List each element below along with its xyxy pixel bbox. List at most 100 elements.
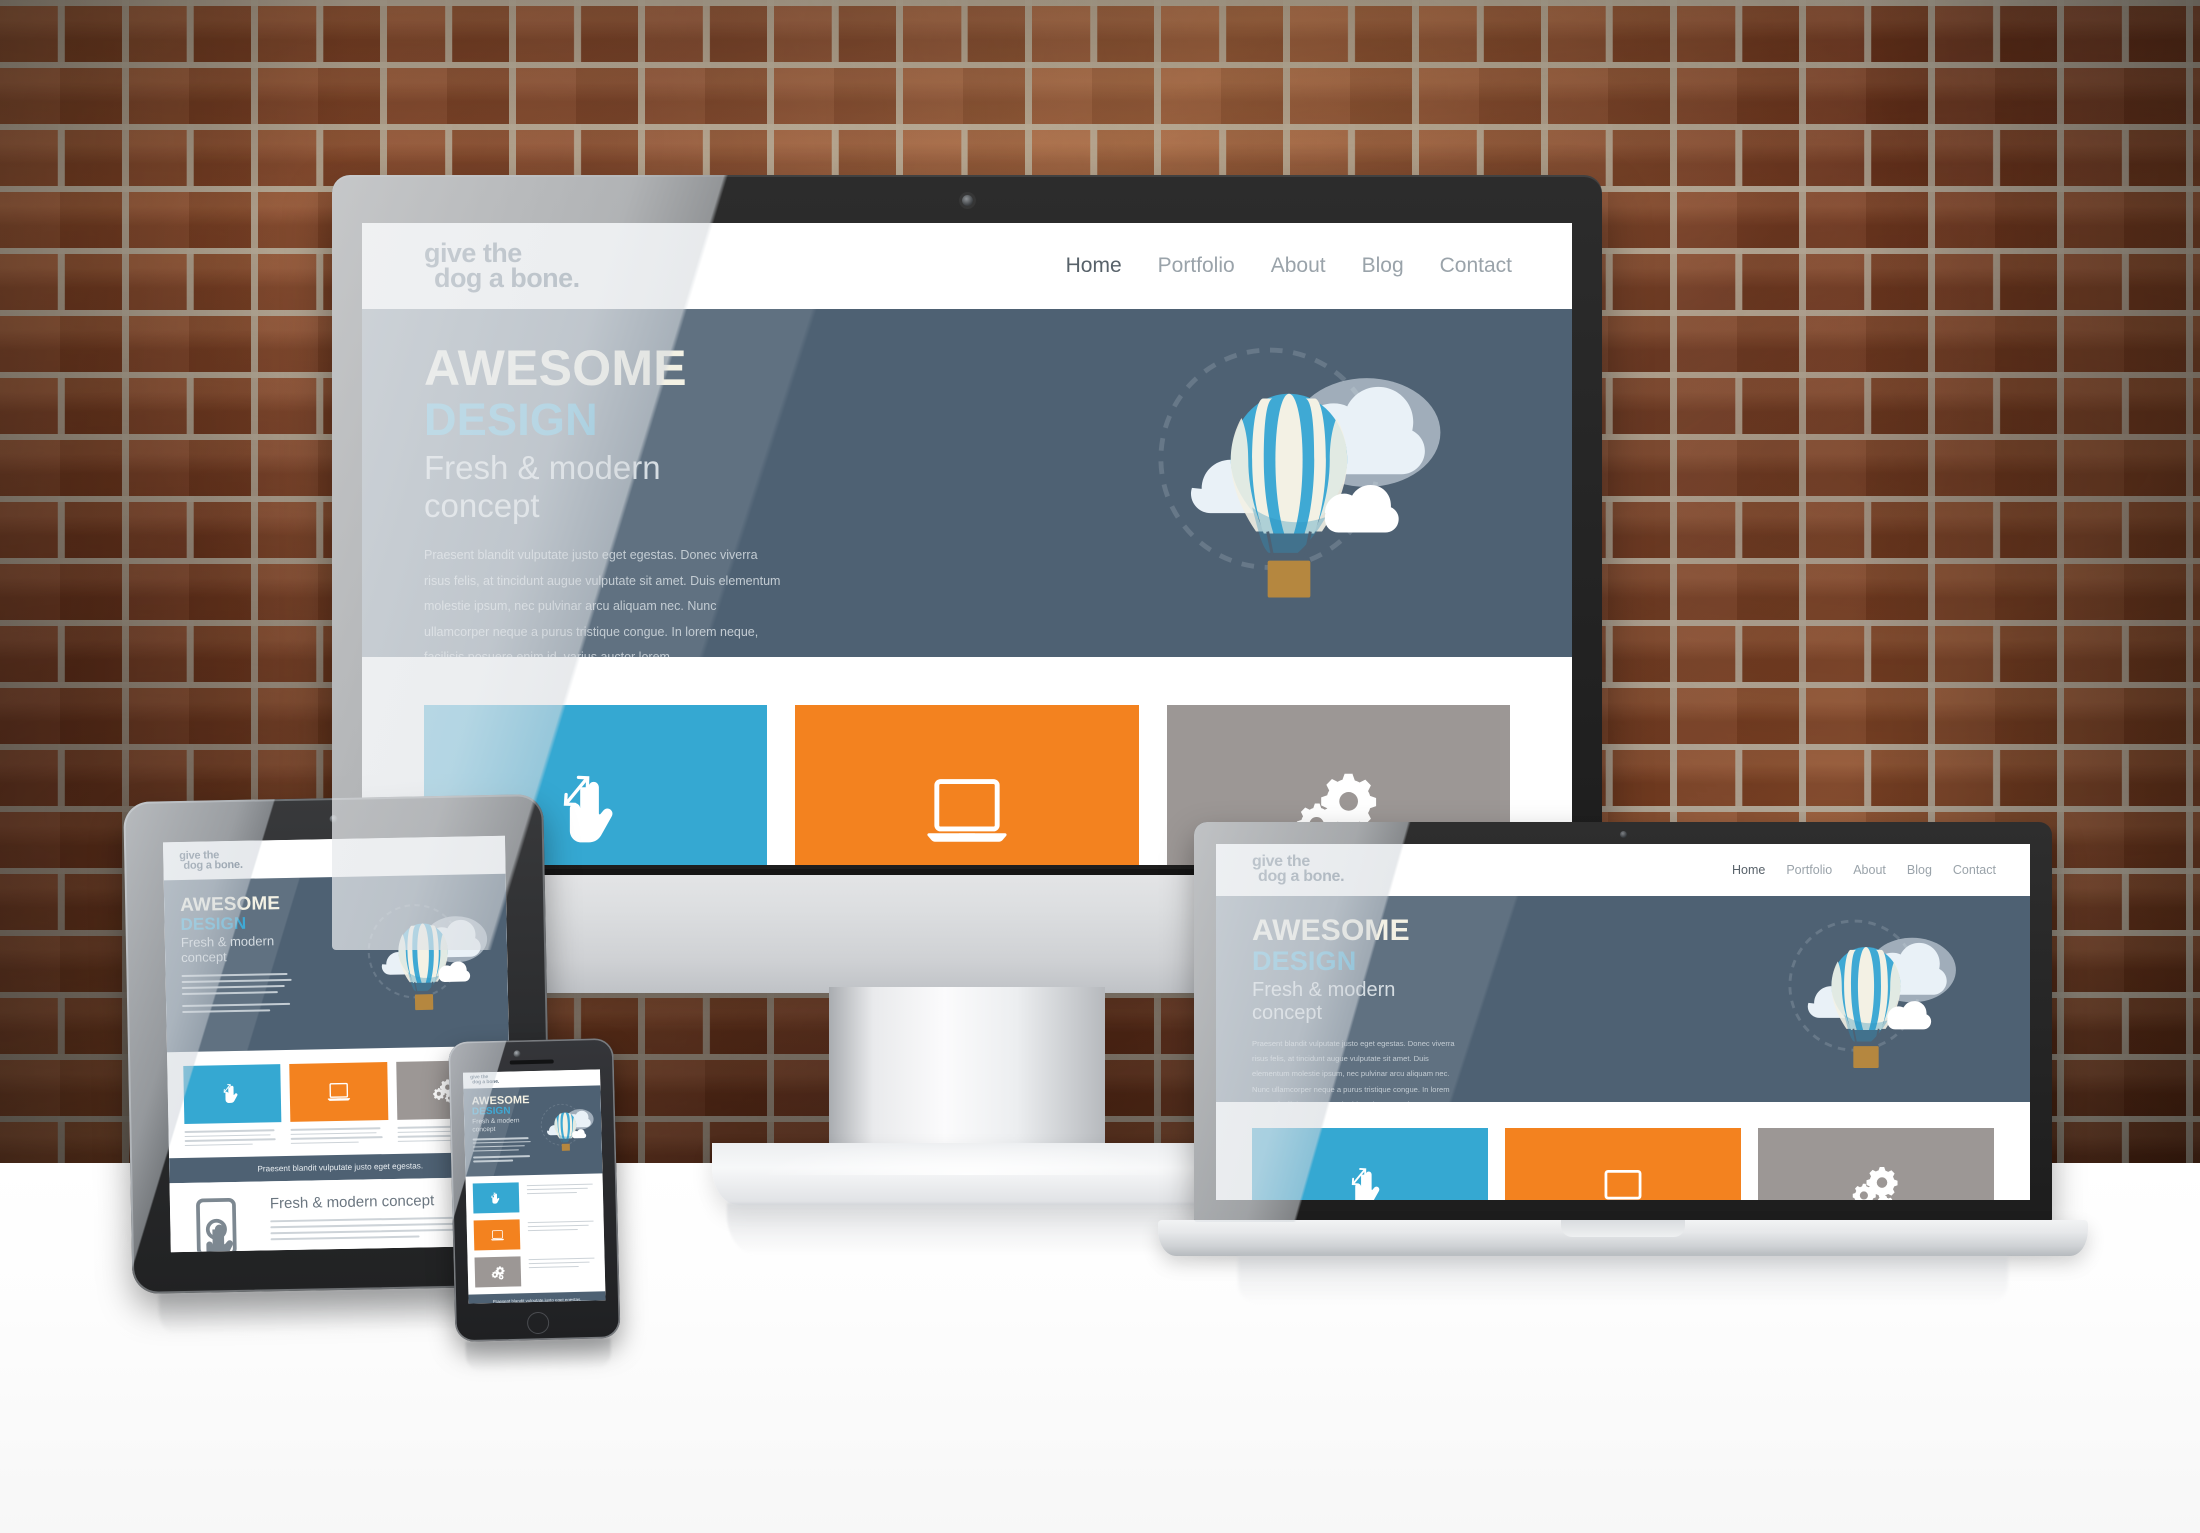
site-navbar: give the dog a bone. — [162, 835, 506, 881]
feature-tile-orange — [795, 705, 1139, 865]
laptop-icon — [489, 1227, 504, 1242]
hero-copy: AWESOME DESIGN Fresh & modern concept — [164, 878, 292, 1013]
feature-description-lines — [527, 1217, 597, 1232]
nav-item-home[interactable]: Home — [1732, 863, 1765, 877]
hot-air-balloon-icon — [1768, 904, 1964, 1096]
laptop-screen: give the dog a bone. Home Portfolio Abou… — [1216, 844, 2030, 1200]
feature-box-customizable[interactable]: Praesent blandit vulputate justo eget eg… — [1758, 1128, 1994, 1200]
hero-subheading: Fresh & modern concept — [180, 933, 275, 965]
monitor-screen: give the dog a bone. Home Portfolio Abou… — [362, 223, 1572, 865]
hero-paragraphs: Praesent blandit vulputate justo eget eg… — [424, 543, 782, 657]
hero-copy: AWESOME DESIGN Fresh & modern concept — [463, 1087, 531, 1162]
phone-screen: give the dog a bone. AWESOME DESIGN Fres… — [462, 1069, 606, 1304]
hero-subheading: Fresh & modern concept — [1252, 979, 1396, 1024]
hero-paragraphs: Praesent blandit vulputate justo eget eg… — [1252, 1036, 1466, 1102]
feature-tile-gray — [474, 1256, 522, 1288]
feature-box-cross-device[interactable] — [473, 1217, 598, 1251]
site-navbar: give the dog a bone. Home Portfolio Abou… — [362, 223, 1572, 309]
laptop-lid-notch — [1561, 1220, 1685, 1237]
nav-item-about[interactable]: About — [1853, 863, 1886, 877]
phone-home-button[interactable] — [526, 1311, 549, 1335]
hero-heading-awesome: AWESOME — [179, 893, 281, 917]
feature-box-responsive[interactable]: Praesent blandit vulputate justo eget eg… — [1252, 1128, 1488, 1200]
nav-item-about[interactable]: About — [1271, 254, 1326, 278]
hero-heading-awesome: AWESOME — [1252, 914, 1410, 947]
hero-section: AWESOME DESIGN Fresh & modern concept Pr… — [362, 309, 1572, 657]
monitor-reflection — [727, 1203, 1207, 1255]
smartphone-device: give the dog a bone. AWESOME DESIGN Fres… — [448, 1038, 621, 1372]
hero-section: AWESOME DESIGN Fresh & modern concept — [463, 1085, 603, 1177]
website-page-desktop: give the dog a bone. Home Portfolio Abou… — [362, 223, 1572, 865]
feature-tile-blue — [1252, 1128, 1488, 1200]
website-page-laptop: give the dog a bone. Home Portfolio Abou… — [1216, 844, 2030, 1200]
feature-tile-gray — [1758, 1128, 1994, 1200]
site-logo[interactable]: give the dog a bone. — [179, 849, 243, 872]
feature-boxes — [466, 1173, 606, 1288]
laptop-device: give the dog a bone. Home Portfolio Abou… — [1158, 822, 2088, 1322]
feature-box-cross-device[interactable]: Praesent blandit vulputate justo eget eg… — [1505, 1128, 1741, 1200]
feature-box-cross-device[interactable] — [795, 705, 1139, 865]
feature-boxes: Praesent blandit vulputate justo eget eg… — [1216, 1102, 2030, 1200]
hero-heading-design: DESIGN — [180, 913, 247, 934]
pinch-zoom-hand-icon — [488, 1190, 503, 1205]
primary-navigation: Home Portfolio About Blog Contact — [1066, 254, 1512, 278]
hero-heading-design: DESIGN — [1252, 946, 1357, 976]
hero-paragraph-lines — [472, 1137, 531, 1162]
nav-item-blog[interactable]: Blog — [1907, 863, 1932, 877]
laptop-icon — [326, 1079, 352, 1105]
phone-reflection — [465, 1338, 612, 1372]
logo-line-2: dog a bone. — [1258, 868, 1345, 885]
gears-icon — [490, 1264, 505, 1279]
hero-subheading: Fresh & modern concept — [472, 1117, 520, 1134]
primary-navigation: Home Portfolio About Blog Contact — [1732, 863, 1996, 877]
feature-tile-orange — [1505, 1128, 1741, 1200]
feature-box-cross-device[interactable] — [289, 1062, 389, 1145]
site-logo[interactable]: give the dog a bone. — [424, 240, 580, 293]
feature-description-lines — [526, 1181, 596, 1195]
pinch-zoom-hand-icon — [1344, 1162, 1396, 1200]
feature-box-customizable[interactable] — [474, 1254, 599, 1288]
hero-heading-design: DESIGN — [424, 394, 598, 445]
nav-item-portfolio[interactable]: Portfolio — [1786, 863, 1832, 877]
nav-item-contact[interactable]: Contact — [1440, 254, 1512, 278]
hero-heading-design: DESIGN — [471, 1105, 511, 1118]
feature-box-responsive[interactable] — [183, 1064, 283, 1147]
logo-line-2: dog a bone. — [183, 858, 243, 872]
hero-heading-awesome: AWESOME — [424, 340, 687, 396]
feature-description-lines — [290, 1127, 389, 1145]
hero-subheading: Fresh & modern concept — [424, 449, 661, 524]
gears-icon — [1850, 1162, 1902, 1200]
feature-tile-blue — [472, 1182, 520, 1214]
pinch-zoom-hand-icon — [550, 765, 642, 857]
laptop-camera-icon — [1620, 831, 1627, 838]
hero-paragraph-1: Praesent blandit vulputate justo eget eg… — [424, 547, 781, 657]
feature-tile-orange — [473, 1219, 521, 1251]
hero-paragraph-lines — [181, 972, 292, 1013]
touch-screen-hand-icon — [186, 1196, 259, 1252]
nav-item-portfolio[interactable]: Portfolio — [1158, 254, 1235, 278]
monitor-camera-icon — [962, 195, 973, 206]
hero-section: AWESOME DESIGN Fresh & modern concept — [163, 873, 509, 1053]
laptop-icon — [1597, 1162, 1649, 1200]
feature-box-responsive[interactable] — [472, 1181, 597, 1214]
hero-section: AWESOME DESIGN Fresh & modern concept Pr… — [1216, 896, 2030, 1102]
logo-line-2: dog a bone. — [434, 263, 580, 293]
nav-item-home[interactable]: Home — [1066, 254, 1122, 278]
site-navbar: give the dog a bone. Home Portfolio Abou… — [1216, 844, 2030, 896]
website-page-phone: give the dog a bone. AWESOME DESIGN Fres… — [462, 1069, 606, 1304]
laptop-icon — [921, 765, 1013, 857]
monitor-stand-foot — [676, 1113, 1258, 1205]
site-logo[interactable]: give the dog a bone. — [470, 1075, 500, 1086]
hot-air-balloon-icon — [1124, 323, 1454, 643]
scene-stage: give the dog a bone. Home Portfolio Abou… — [0, 0, 2200, 1533]
laptop-reflection — [1238, 1256, 2008, 1304]
nav-item-blog[interactable]: Blog — [1362, 254, 1404, 278]
hero-copy: AWESOME DESIGN Fresh & modern concept Pr… — [362, 309, 782, 657]
site-logo[interactable]: give the dog a bone. — [1252, 854, 1345, 885]
hot-air-balloon-icon — [352, 890, 495, 1033]
nav-item-contact[interactable]: Contact — [1953, 863, 1996, 877]
feature-tile-orange — [289, 1062, 389, 1122]
feature-description-lines — [184, 1129, 283, 1147]
hero-paragraph-1: Praesent blandit vulputate justo eget eg… — [1252, 1039, 1455, 1102]
logo-line-2: dog a bone. — [472, 1078, 500, 1086]
